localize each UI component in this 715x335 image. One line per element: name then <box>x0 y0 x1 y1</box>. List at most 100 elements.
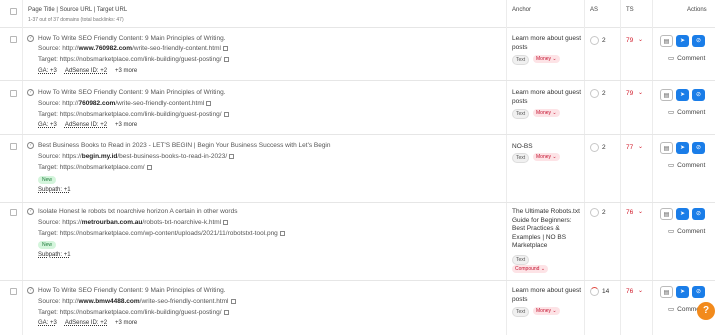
column-header-anchor[interactable]: Anchor <box>512 7 531 13</box>
source-url[interactable]: Source: https://begin.my.id/best-busines… <box>38 153 235 160</box>
ts-score: 79 <box>626 37 634 44</box>
block-icon[interactable]: ⊘ <box>692 286 705 298</box>
target-url[interactable]: Target: https://nobsmarketplace.com/link… <box>38 111 229 118</box>
tag-text: Text <box>512 55 530 65</box>
more-link[interactable]: +3 more <box>115 68 137 74</box>
as-score-ring <box>590 208 599 217</box>
row-checkbox[interactable] <box>10 209 17 216</box>
column-header-page[interactable]: Page Title | Source URL | Target URL <box>28 7 127 13</box>
more-link[interactable]: +3 more <box>115 122 137 128</box>
tag-money[interactable]: Money ⌄ <box>533 109 560 117</box>
target-url[interactable]: Target: https://nobsmarketplace.com/link… <box>38 56 229 63</box>
question-icon[interactable]: ? <box>27 287 34 294</box>
block-icon[interactable]: ⊘ <box>692 35 705 47</box>
as-score: 2 <box>602 37 606 44</box>
tag-text: Text <box>512 109 530 119</box>
document-icon[interactable]: ▤ <box>660 89 673 101</box>
question-icon[interactable]: ? <box>27 89 34 96</box>
external-link-icon[interactable] <box>222 45 228 51</box>
page-title: How To Write SEO Friendly Content: 9 Mai… <box>38 35 226 42</box>
column-header-ts[interactable]: TS <box>626 7 634 13</box>
comment-icon: ▭ <box>668 306 675 313</box>
external-link-icon[interactable] <box>230 298 236 304</box>
tag-money[interactable]: Money ⌄ <box>533 153 560 161</box>
page-title: How To Write SEO Friendly Content: 9 Mai… <box>38 89 226 96</box>
ga-count[interactable]: GA: +3 <box>38 320 57 326</box>
external-link-icon[interactable] <box>146 164 152 170</box>
block-icon[interactable]: ⊘ <box>692 89 705 101</box>
row-checkbox[interactable] <box>10 288 17 295</box>
send-icon[interactable]: ➤ <box>676 35 689 47</box>
document-icon[interactable]: ▤ <box>660 286 673 298</box>
external-link-icon[interactable] <box>229 153 235 159</box>
anchor-text: Learn more about guest posts <box>512 89 582 105</box>
source-url[interactable]: Source: http://760982.com/write-seo-frie… <box>38 100 212 107</box>
external-link-icon[interactable] <box>223 219 229 225</box>
source-url[interactable]: Source: http://www.bmw4488.com/write-seo… <box>38 298 236 305</box>
adsense-count[interactable]: AdSense ID: +2 <box>65 122 107 128</box>
column-header-as[interactable]: AS <box>590 7 598 13</box>
comment-button[interactable]: ▭ Comment <box>668 161 705 169</box>
external-link-icon[interactable] <box>223 111 229 117</box>
tag-money[interactable]: Money ⌄ <box>533 307 560 315</box>
chevron-down-icon[interactable]: ⌄ <box>638 208 643 215</box>
subpath-link[interactable]: Subpath: +1 <box>38 252 71 258</box>
comment-icon: ▭ <box>668 162 675 169</box>
ts-score: 79 <box>626 90 634 97</box>
document-icon[interactable]: ▤ <box>660 208 673 220</box>
question-icon[interactable]: ? <box>27 142 34 149</box>
external-link-icon[interactable] <box>206 100 212 106</box>
ts-score: 77 <box>626 144 634 151</box>
row-checkbox[interactable] <box>10 90 17 97</box>
document-icon[interactable]: ▤ <box>660 142 673 154</box>
adsense-count[interactable]: AdSense ID: +2 <box>65 320 107 326</box>
target-url[interactable]: Target: https://nobsmarketplace.com/link… <box>38 309 229 316</box>
comment-icon: ▭ <box>668 109 675 116</box>
as-score-ring <box>590 287 599 296</box>
external-link-icon[interactable] <box>279 230 285 236</box>
tag-money[interactable]: Money ⌄ <box>533 55 560 63</box>
page-title: Best Business Books to Read in 2023 - LE… <box>38 142 331 149</box>
external-link-icon[interactable] <box>223 309 229 315</box>
comment-button[interactable]: ▭ Comment <box>668 54 705 62</box>
source-url[interactable]: Source: http://www.760982.com/write-seo-… <box>38 45 228 52</box>
help-button[interactable]: ? <box>697 302 715 320</box>
chevron-down-icon[interactable]: ⌄ <box>638 36 643 43</box>
question-icon[interactable]: ? <box>27 35 34 42</box>
question-icon[interactable]: ? <box>27 208 34 215</box>
ts-score: 76 <box>626 209 634 216</box>
chevron-down-icon[interactable]: ⌄ <box>638 89 643 96</box>
send-icon[interactable]: ➤ <box>676 208 689 220</box>
document-icon[interactable]: ▤ <box>660 35 673 47</box>
send-icon[interactable]: ➤ <box>676 286 689 298</box>
tracking-ids: GA: +3 AdSense ID: +2 +3 more <box>38 68 145 74</box>
select-all-checkbox[interactable] <box>10 8 17 15</box>
send-icon[interactable]: ➤ <box>676 89 689 101</box>
comment-button[interactable]: ▭ Comment <box>668 108 705 116</box>
comment-button[interactable]: ▭ Comment <box>668 227 705 235</box>
tag-text: Text <box>512 153 530 163</box>
ga-count[interactable]: GA: +3 <box>38 122 57 128</box>
external-link-icon[interactable] <box>223 56 229 62</box>
table-row: ? Isolate Honest le robots txt noarchive… <box>0 203 715 281</box>
tracking-ids: GA: +3 AdSense ID: +2 +3 more <box>38 122 145 128</box>
source-url[interactable]: Source: https://metrourban.com.au/robots… <box>38 219 229 226</box>
chevron-down-icon[interactable]: ⌄ <box>638 287 643 294</box>
table-header: Page Title | Source URL | Target URL 1-3… <box>0 0 715 335</box>
block-icon[interactable]: ⊘ <box>692 208 705 220</box>
more-link[interactable]: +3 more <box>115 320 137 326</box>
tag-compound[interactable]: Compound ⌄ <box>512 265 549 273</box>
target-url[interactable]: Target: https://nobsmarketplace.com/ <box>38 164 152 171</box>
row-checkbox[interactable] <box>10 143 17 150</box>
adsense-count[interactable]: AdSense ID: +2 <box>65 68 107 74</box>
ga-count[interactable]: GA: +3 <box>38 68 57 74</box>
subpath-link[interactable]: Subpath: +1 <box>38 187 71 193</box>
block-icon[interactable]: ⊘ <box>692 142 705 154</box>
send-icon[interactable]: ➤ <box>676 142 689 154</box>
tag-text: Text <box>512 255 530 265</box>
anchor-text: NO-BS <box>512 143 533 150</box>
new-badge: New <box>38 241 57 249</box>
row-checkbox[interactable] <box>10 36 17 43</box>
target-url[interactable]: Target: https://nobsmarketplace.com/wp-c… <box>38 230 285 237</box>
chevron-down-icon[interactable]: ⌄ <box>638 143 643 150</box>
